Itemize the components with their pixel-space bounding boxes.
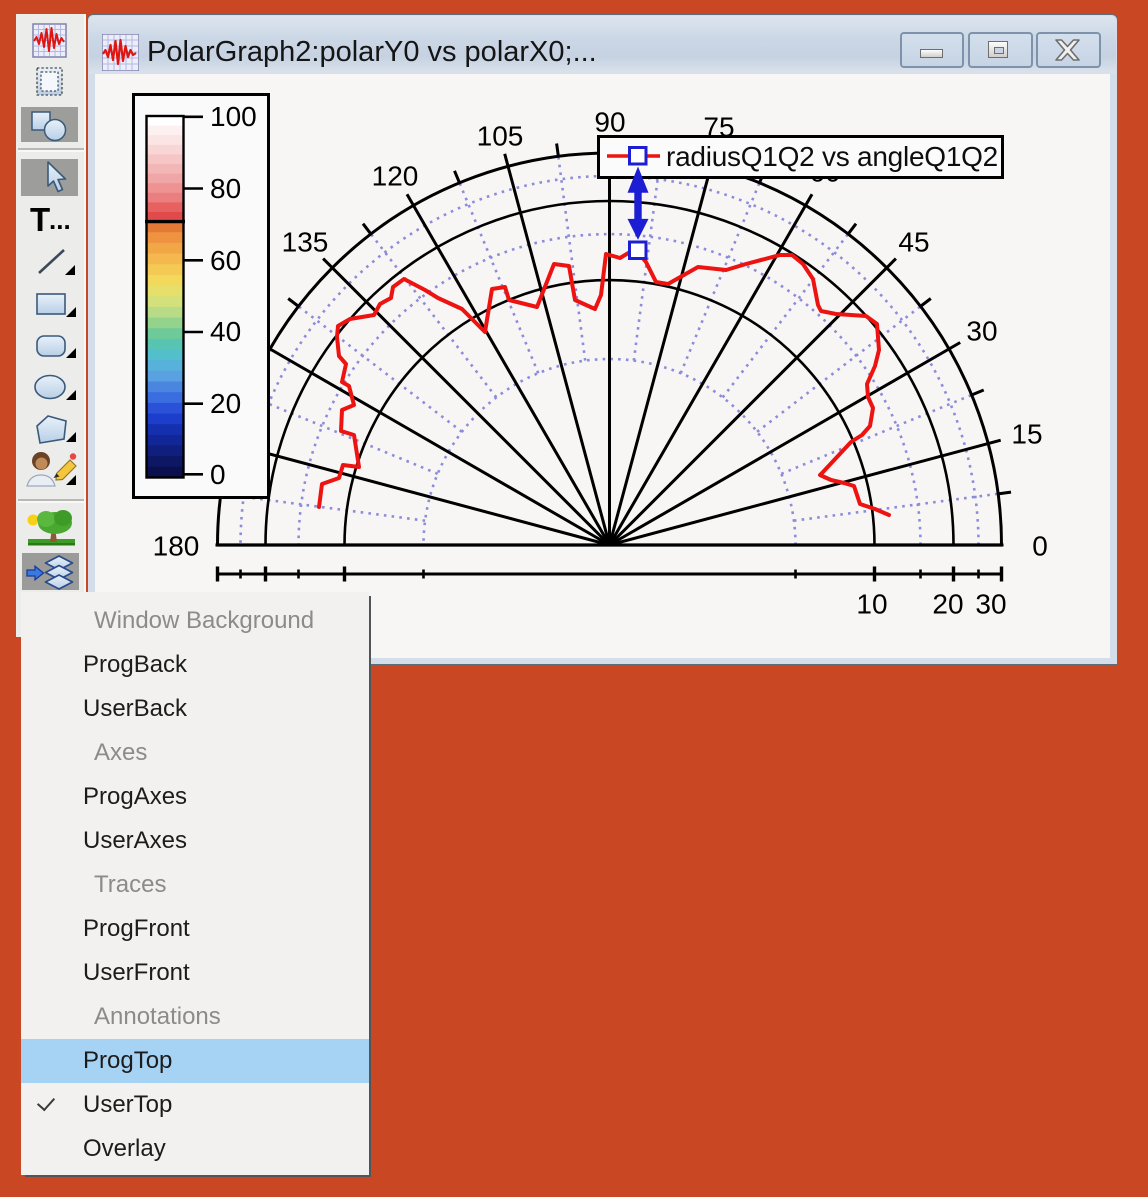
svg-text:...: ...: [49, 205, 71, 235]
svg-text:135: 135: [282, 227, 329, 258]
svg-text:T: T: [30, 201, 50, 238]
svg-text:20: 20: [932, 589, 963, 620]
svg-text:20: 20: [210, 388, 241, 419]
svg-text:60: 60: [210, 245, 241, 276]
svg-text:30: 30: [966, 316, 997, 347]
svg-text:80: 80: [210, 173, 241, 204]
svg-text:120: 120: [372, 161, 419, 192]
svg-text:100: 100: [210, 101, 257, 132]
svg-text:0: 0: [210, 459, 226, 490]
svg-text:15: 15: [1011, 419, 1042, 450]
svg-text:0: 0: [1032, 531, 1048, 562]
svg-text:10: 10: [856, 589, 887, 620]
svg-text:180: 180: [153, 531, 200, 562]
svg-text:30: 30: [975, 589, 1006, 620]
svg-text:40: 40: [210, 316, 241, 347]
svg-text:105: 105: [477, 121, 524, 152]
svg-text:45: 45: [898, 227, 929, 258]
